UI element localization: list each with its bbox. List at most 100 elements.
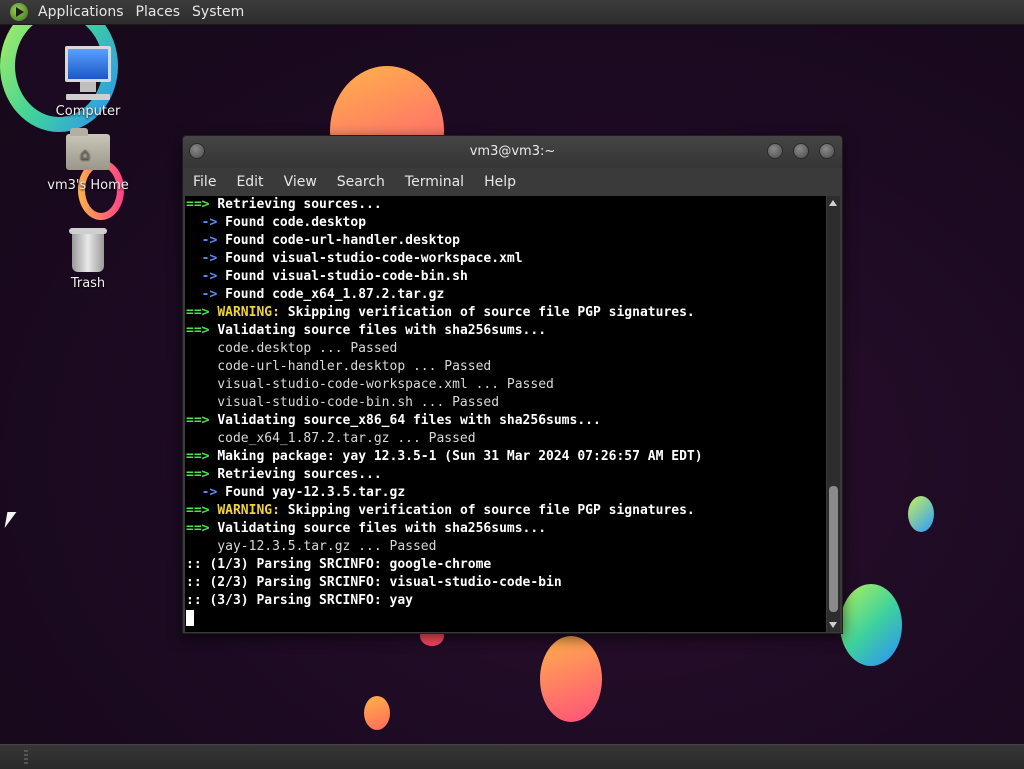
line-text: code-url-handler.desktop ... Passed [186,359,492,374]
sub-arrow-prefix: -> [186,215,226,230]
line-text: code_x64_1.87.2.tar.gz ... Passed [186,431,476,446]
sub-arrow-prefix: -> [186,251,226,266]
terminal-line: -> Found visual-studio-code-bin.sh [185,268,826,286]
arrow-prefix: ==> [186,305,218,320]
terminal-line: :: (1/3) Parsing SRCINFO: google-chrome [185,556,826,574]
arrow-prefix: ==> [186,521,218,536]
arrow-prefix: ==> [186,503,218,518]
terminal-line: -> Found code.desktop [185,214,826,232]
line-text: :: (2/3) Parsing SRCINFO: visual-studio-… [186,575,562,590]
wallpaper-blob [908,496,934,532]
line-text: Found yay-12.3.5.tar.gz [225,485,406,500]
sub-arrow-prefix: -> [186,233,226,248]
terminal-line: -> Found code-url-handler.desktop [185,232,826,250]
scroll-down-icon[interactable] [829,622,837,628]
terminal-line: -> Found visual-studio-code-workspace.xm… [185,250,826,268]
terminal-line: ==> Validating source files with sha256s… [185,322,826,340]
arrow-prefix: ==> [186,323,218,338]
sub-arrow-prefix: -> [186,485,226,500]
line-text: Found visual-studio-code-workspace.xml [225,251,523,266]
distro-logo-icon[interactable] [10,3,28,21]
line-text: visual-studio-code-bin.sh ... Passed [186,395,500,410]
arrow-prefix: ==> [186,197,218,212]
window-title: vm3@vm3:~ [469,144,556,159]
menu-help[interactable]: Help [474,174,526,190]
line-text: Found code.desktop [225,215,367,230]
terminal-line: -> Found yay-12.3.5.tar.gz [185,484,826,502]
terminal-line: ==> Making package: yay 12.3.5-1 (Sun 31… [185,448,826,466]
wallpaper-blob [840,584,902,666]
terminal-line: :: (3/3) Parsing SRCINFO: yay [185,592,826,610]
line-text: Retrieving sources... [217,467,382,482]
line-text: Found visual-studio-code-bin.sh [225,269,468,284]
terminal-line: ==> Retrieving sources... [185,466,826,484]
sub-arrow-prefix: -> [186,287,226,302]
wallpaper-blob [540,636,602,722]
terminal-line: ==> WARNING: Skipping verification of so… [185,502,826,520]
menu-applications[interactable]: Applications [32,4,130,20]
wallpaper-blob [364,696,390,730]
line-text: Retrieving sources... [217,197,382,212]
arrow-prefix: ==> [186,467,218,482]
window-titlebar[interactable]: vm3@vm3:~ [183,136,842,168]
line-text: Validating source files with sha256sums.… [217,323,547,338]
arrow-prefix: ==> [186,413,218,428]
line-text: :: (3/3) Parsing SRCINFO: yay [186,593,413,608]
line-text: Skipping verification of source file PGP… [279,305,695,320]
line-text: Found code_x64_1.87.2.tar.gz [225,287,445,302]
desktop-icon-home[interactable]: ⌂ vm3's Home [38,128,138,193]
minimize-button[interactable] [767,143,783,159]
line-text: Validating source_x86_64 files with sha2… [217,413,601,428]
terminal-output[interactable]: ==> Retrieving sources... -> Found code.… [185,196,826,632]
terminal-line: ==> WARNING: Skipping verification of so… [185,304,826,322]
line-text: Making package: yay 12.3.5-1 (Sun 31 Mar… [217,449,703,464]
line-text: visual-studio-code-workspace.xml ... Pas… [186,377,554,392]
close-button[interactable] [819,143,835,159]
top-panel: Applications Places System [0,0,1024,25]
terminal-line: visual-studio-code-bin.sh ... Passed [185,394,826,412]
terminal-line: code.desktop ... Passed [185,340,826,358]
desktop-icon-trash[interactable]: Trash [38,228,138,291]
menu-terminal[interactable]: Terminal [395,174,474,190]
line-text: :: (1/3) Parsing SRCINFO: google-chrome [186,557,492,572]
desktop-icon-computer[interactable]: Computer [38,46,138,119]
line-text: code.desktop ... Passed [186,341,398,356]
scrollbar-thumb[interactable] [829,486,838,612]
line-text: Validating source files with sha256sums.… [217,521,547,536]
menu-file[interactable]: File [183,174,226,190]
arrow-prefix: ==> [186,449,218,464]
line-text: yay-12.3.5.tar.gz ... Passed [186,539,437,554]
menu-edit[interactable]: Edit [226,174,273,190]
menu-view[interactable]: View [274,174,327,190]
terminal-line: yay-12.3.5.tar.gz ... Passed [185,538,826,556]
maximize-button[interactable] [793,143,809,159]
terminal-line [185,610,826,628]
home-folder-icon: ⌂ [66,128,110,170]
menu-places[interactable]: Places [130,4,187,20]
scroll-up-icon[interactable] [829,200,837,206]
terminal-line: -> Found code_x64_1.87.2.tar.gz [185,286,826,304]
desktop-icon-label: vm3's Home [47,178,129,193]
terminal-line: ==> Validating source_x86_64 files with … [185,412,826,430]
computer-icon [65,46,111,100]
desktop-icon-label: Computer [55,104,121,119]
terminal-line: :: (2/3) Parsing SRCINFO: visual-studio-… [185,574,826,592]
mouse-pointer-icon [4,512,17,528]
terminal-line: visual-studio-code-workspace.xml ... Pas… [185,376,826,394]
terminal-menubar: File Edit View Search Terminal Help [183,168,842,196]
terminal-line: code-url-handler.desktop ... Passed [185,358,826,376]
sub-arrow-prefix: -> [186,269,226,284]
panel-grip-icon[interactable] [24,750,28,764]
line-text: Found code-url-handler.desktop [225,233,460,248]
warning-label: WARNING: [217,503,280,518]
scrollbar[interactable] [827,196,840,632]
warning-label: WARNING: [217,305,280,320]
menu-search[interactable]: Search [327,174,395,190]
line-text: Skipping verification of source file PGP… [279,503,695,518]
trash-icon [69,228,107,272]
desktop-icon-label: Trash [70,276,106,291]
bottom-panel [0,744,1024,769]
menu-system[interactable]: System [186,4,250,20]
terminal-line: ==> Retrieving sources... [185,196,826,214]
terminal-window[interactable]: vm3@vm3:~ File Edit View Search Terminal… [182,135,843,634]
